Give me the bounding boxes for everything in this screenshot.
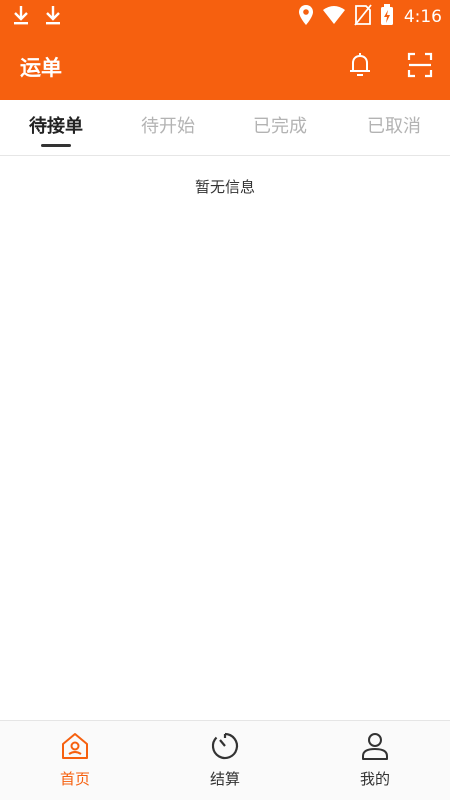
home-icon [62, 733, 88, 759]
scan-button[interactable] [405, 50, 435, 80]
nav-item-home[interactable]: 首页 [0, 721, 150, 800]
no-sim-icon [354, 4, 372, 30]
location-icon [298, 4, 314, 30]
header: 4:16 运单 [0, 0, 450, 100]
status-time: 4:16 [403, 7, 442, 27]
download-icon [12, 4, 30, 30]
tab-pending-accept[interactable]: 待接单 [0, 112, 112, 138]
download-icon [44, 4, 62, 30]
nav-item-profile[interactable]: 我的 [300, 721, 450, 800]
bell-icon [350, 53, 370, 76]
tab-completed[interactable]: 已完成 [224, 112, 336, 138]
nav-label-settlement: 结算 [209, 770, 240, 788]
scan-icon [407, 52, 433, 78]
empty-state-text: 暂无信息 [194, 178, 255, 196]
active-tab-indicator [41, 144, 71, 147]
battery-charging-icon [380, 4, 394, 30]
order-status-tabs: 待接单 待开始 已完成 已取消 [0, 100, 450, 156]
nav-label-profile: 我的 [359, 770, 390, 788]
bottom-navigation: 首页 结算 我的 [0, 720, 450, 800]
user-icon [362, 733, 388, 760]
notifications-button[interactable] [345, 50, 375, 80]
tab-pending-start[interactable]: 待开始 [112, 112, 224, 138]
wifi-icon [322, 5, 346, 29]
nav-item-settlement[interactable]: 结算 [150, 721, 300, 800]
status-bar: 4:16 [0, 0, 450, 32]
tab-cancelled[interactable]: 已取消 [338, 112, 450, 138]
nav-label-home: 首页 [59, 770, 90, 788]
timer-icon [211, 732, 239, 760]
page-title: 运单 [20, 56, 62, 80]
